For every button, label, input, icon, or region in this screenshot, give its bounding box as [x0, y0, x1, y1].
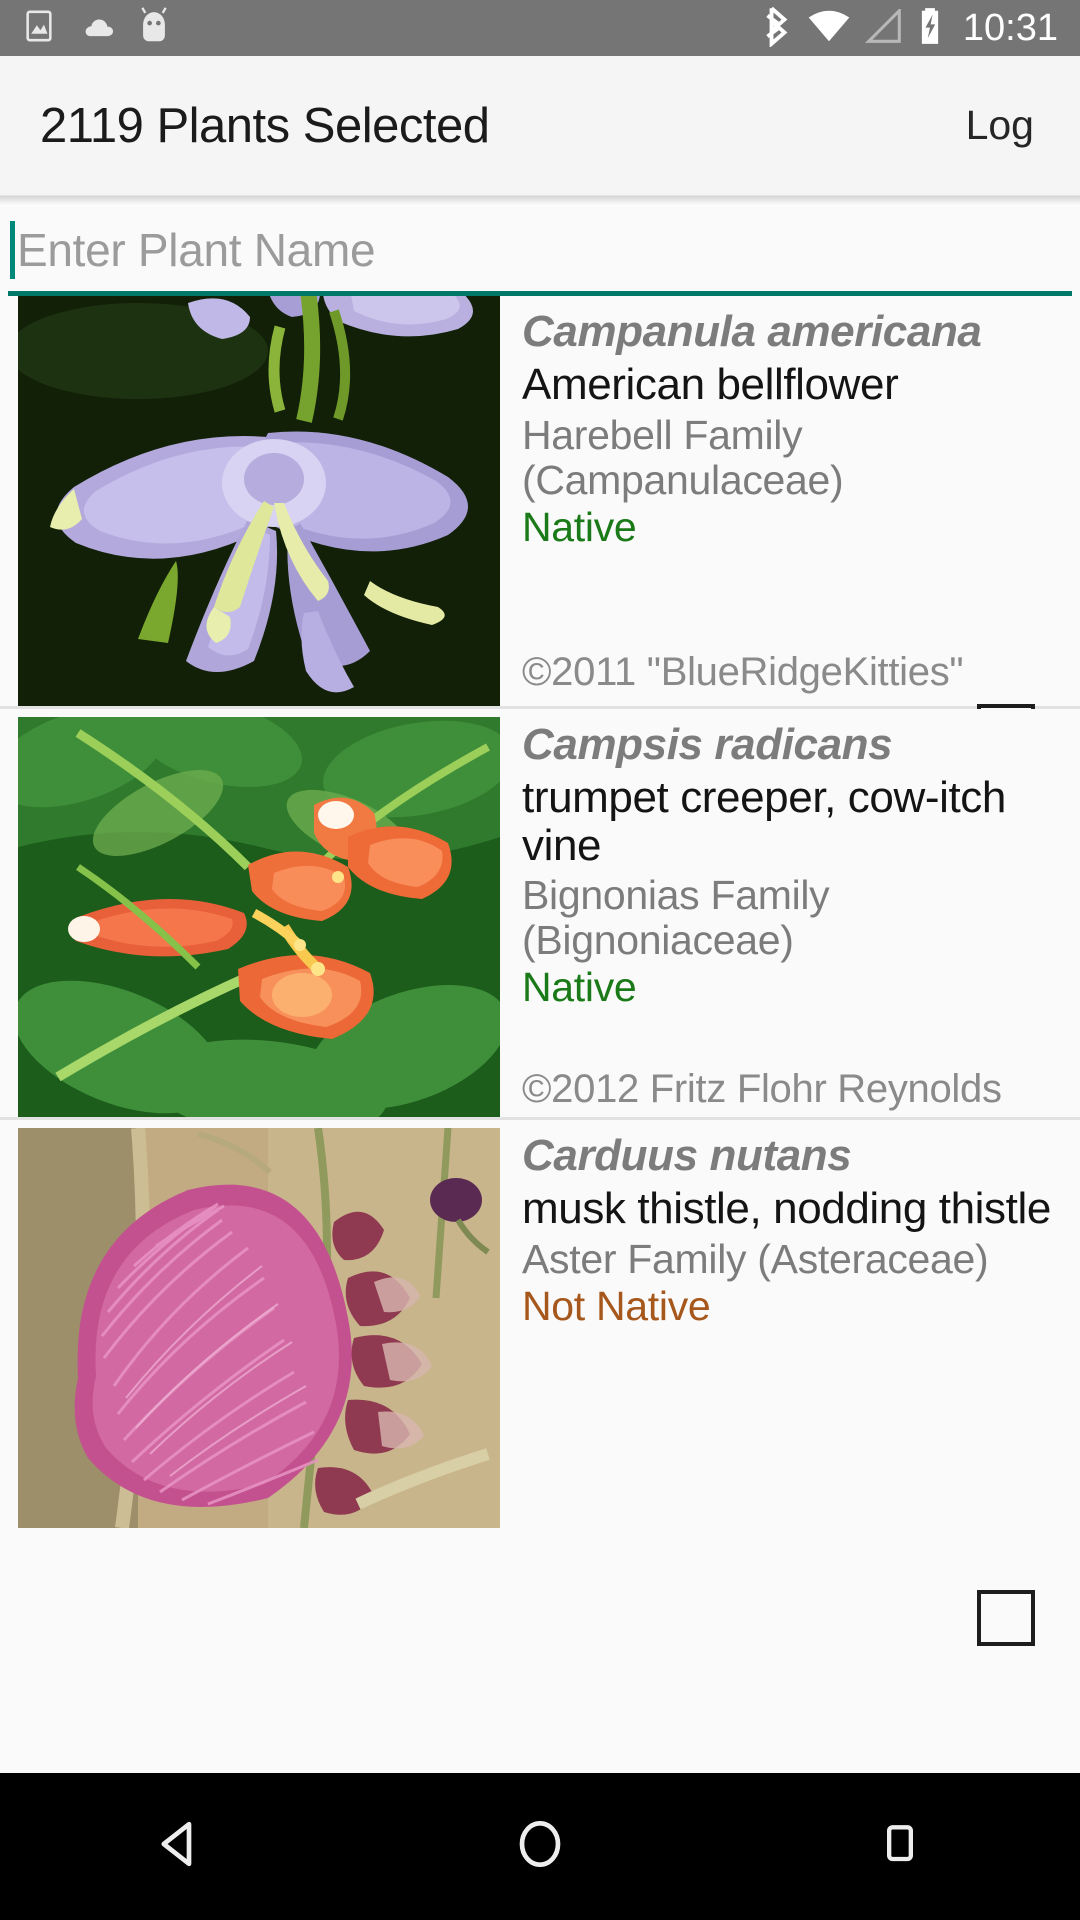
plant-family: Bignonias Family (Bignoniaceae)	[522, 872, 830, 964]
cloud-icon	[78, 11, 116, 46]
battery-charging-icon	[917, 6, 943, 51]
list-item[interactable]: Campsis radicans trumpet creeper, cow-it…	[0, 709, 1080, 1195]
android-icon	[138, 6, 170, 50]
back-icon	[153, 1817, 207, 1876]
search-input[interactable]: Enter Plant Name	[10, 206, 1070, 294]
wifi-icon	[807, 9, 851, 48]
plant-family: Aster Family (Asteraceae)	[522, 1235, 989, 1282]
nativity-status: Not Native	[522, 1282, 711, 1329]
select-plant-checkbox[interactable]	[977, 1590, 1035, 1646]
page-title: 2119 Plants Selected	[40, 98, 490, 153]
scientific-name: Carduus nutans	[522, 1131, 852, 1180]
nativity-status: Native	[522, 964, 637, 1011]
status-bar-right-icons: 10:31	[763, 5, 1058, 52]
plant-info: Campsis radicans trumpet creeper, cow-it…	[500, 709, 1080, 1195]
plant-thumbnail[interactable]	[18, 296, 500, 706]
photo-credit: ©2012 Fritz Flohr Reynolds	[522, 1067, 1002, 1111]
common-name: trumpet creeper, cow-itch vine	[522, 773, 1006, 870]
plant-family: Harebell Family (Campanulaceae)	[522, 411, 844, 503]
home-button[interactable]	[440, 1773, 640, 1920]
log-button[interactable]: Log	[942, 92, 1040, 159]
image-icon	[22, 9, 56, 48]
status-bar-left-icons	[22, 6, 170, 50]
app-bar: 2119 Plants Selected Log	[0, 56, 1080, 196]
cell-signal-icon	[864, 6, 903, 48]
recents-icon	[875, 1819, 925, 1874]
scientific-name: Campsis radicans	[522, 720, 893, 769]
recents-button[interactable]	[800, 1773, 1000, 1920]
scientific-name: Campanula americana	[522, 307, 982, 356]
text-caret	[10, 221, 15, 279]
photo-credit: ©2011 "BlueRidgeKitties"	[522, 650, 964, 694]
common-name: American bellflower	[522, 360, 899, 410]
plant-info: Campanula americana American bellflower …	[500, 296, 1080, 760]
bluetooth-icon	[763, 5, 793, 52]
back-button[interactable]	[80, 1773, 280, 1920]
home-icon	[513, 1817, 567, 1876]
common-name: musk thistle, nodding thistle	[522, 1184, 1051, 1234]
android-navigation-bar	[0, 1773, 1080, 1920]
plant-info: Carduus nutans musk thistle, nodding thi…	[500, 1120, 1080, 1646]
nativity-status: Native	[522, 503, 637, 550]
app-bar-shadow	[0, 196, 1080, 206]
status-bar-clock: 10:31	[962, 7, 1058, 49]
plant-list[interactable]: Campanula americana American bellflower …	[0, 296, 1080, 1773]
plant-thumbnail[interactable]	[18, 717, 500, 1117]
status-bar: 10:31	[0, 0, 1080, 56]
search-placeholder: Enter Plant Name	[17, 224, 376, 276]
list-item[interactable]: Campanula americana American bellflower …	[0, 296, 1080, 760]
list-item[interactable]: Carduus nutans musk thistle, nodding thi…	[0, 1120, 1080, 1646]
plant-thumbnail[interactable]	[18, 1128, 500, 1528]
search-field-container[interactable]: Enter Plant Name	[0, 206, 1080, 296]
